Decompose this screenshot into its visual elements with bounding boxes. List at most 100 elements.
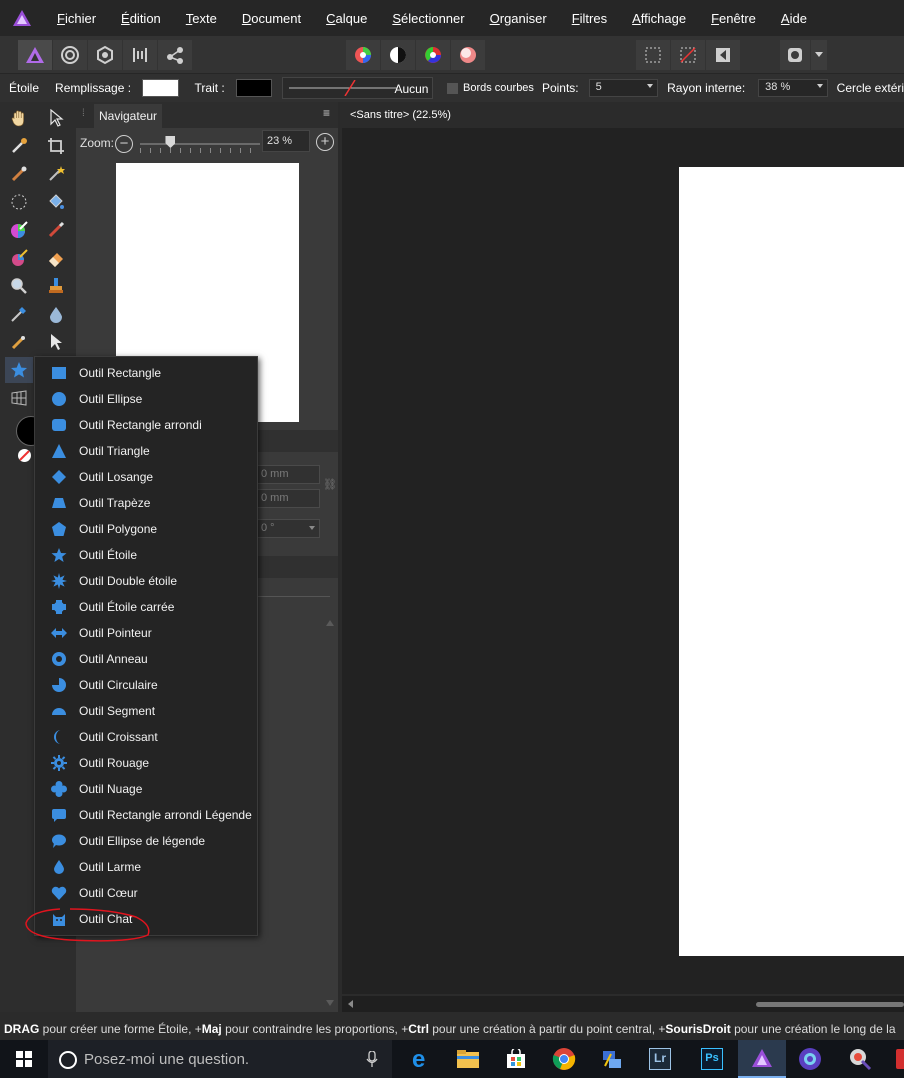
pixel-persona-icon[interactable] [53, 40, 87, 70]
menu-document[interactable]: Document [242, 11, 301, 26]
flyout-item-ellipse[interactable]: Outil Ellipse [35, 386, 257, 412]
document-tab-title[interactable]: <Sans titre> (22.5%) [350, 109, 451, 121]
no-color-icon[interactable] [18, 449, 31, 462]
zoom-slider-thumb[interactable] [165, 136, 176, 148]
ellipse-marquee-icon[interactable] [5, 189, 33, 215]
flyout-item-trapezoid[interactable]: Outil Trapèze [35, 490, 257, 516]
crop-tool-icon[interactable] [42, 133, 70, 159]
canvas-area[interactable] [342, 128, 904, 994]
horizontal-scrollbar[interactable] [342, 996, 904, 1012]
flyout-item-double-star[interactable]: Outil Double étoile [35, 568, 257, 594]
menu-edition[interactable]: Édition [121, 11, 161, 26]
shape-tool-star-icon[interactable] [5, 357, 33, 383]
zoom-in-icon[interactable]: + [316, 133, 334, 151]
flyout-item-triangle[interactable]: Outil Triangle [35, 438, 257, 464]
pen-tool-icon[interactable] [5, 301, 33, 327]
export-persona-icon[interactable] [88, 40, 122, 70]
marquee-invert-icon[interactable] [706, 40, 740, 70]
transform-field-angle[interactable]: 0 ° [256, 519, 320, 538]
flyout-item-double-arrow[interactable]: Outil Pointeur [35, 620, 257, 646]
flyout-item-segment[interactable]: Outil Segment [35, 698, 257, 724]
blur-tool-icon[interactable] [42, 301, 70, 327]
node-tool-icon[interactable] [42, 329, 70, 355]
snapping-dropdown-icon[interactable] [811, 40, 827, 70]
mesh-warp-icon[interactable] [5, 385, 33, 411]
flyout-item-rectangle[interactable]: Outil Rectangle [35, 360, 257, 386]
marquee-icon[interactable] [636, 40, 670, 70]
color-wheel-icon[interactable] [346, 40, 380, 70]
horizontal-scroll-thumb[interactable] [756, 1002, 904, 1007]
photoshop-icon[interactable]: Ps [688, 1040, 736, 1078]
panel-scroll-down-icon[interactable] [326, 1000, 334, 1006]
app-taskbar-icon[interactable] [836, 1040, 884, 1078]
menu-affichage[interactable]: Affichage [632, 11, 686, 26]
tab-navigator[interactable]: Navigateur [94, 104, 163, 128]
panel-menu-icon[interactable]: ≡ [323, 106, 330, 120]
taskbar-search-box[interactable]: Posez-moi une question. [48, 1040, 392, 1078]
flyout-item-heart[interactable]: Outil Cœur [35, 880, 257, 906]
flyout-item-donut[interactable]: Outil Anneau [35, 646, 257, 672]
flyout-item-diamond[interactable]: Outil Losange [35, 464, 257, 490]
flyout-item-teardrop[interactable]: Outil Larme [35, 854, 257, 880]
zoom-out-icon[interactable]: − [115, 135, 133, 153]
snapping-icon[interactable] [780, 40, 810, 70]
affinity-designer-logo-icon[interactable] [9, 5, 35, 31]
flyout-item-cloud[interactable]: Outil Nuage [35, 776, 257, 802]
hue-icon[interactable] [416, 40, 450, 70]
flyout-item-star[interactable]: Outil Étoile [35, 542, 257, 568]
transform-field-h[interactable]: 0 mm [256, 489, 320, 508]
flyout-item-crescent[interactable]: Outil Croissant [35, 724, 257, 750]
app-partial-icon[interactable] [896, 1049, 904, 1069]
menu-aide[interactable]: Aide [781, 11, 807, 26]
windows-start-icon[interactable] [0, 1040, 48, 1078]
points-field[interactable]: 5 [588, 79, 659, 97]
menu-fenetre[interactable]: Fenêtre [711, 11, 756, 26]
fill-swatch[interactable] [142, 79, 179, 97]
file-explorer-icon[interactable] [444, 1040, 492, 1078]
chrome-icon[interactable] [540, 1040, 588, 1078]
share-icon[interactable] [158, 40, 192, 70]
stroke-width-field[interactable]: Aucun [282, 77, 434, 99]
pencil-tool-icon[interactable] [5, 329, 33, 355]
zoom-tool-icon[interactable] [5, 273, 33, 299]
flyout-item-rounded-rectangle[interactable]: Outil Rectangle arrondi [35, 412, 257, 438]
flood-fill-icon[interactable] [42, 189, 70, 215]
symbols-icon[interactable] [123, 40, 157, 70]
stroke-swatch[interactable] [235, 79, 273, 97]
menu-organiser[interactable]: Organiser [490, 11, 547, 26]
menu-calque[interactable]: Calque [326, 11, 367, 26]
eyedropper-tool-icon[interactable] [5, 133, 33, 159]
flyout-item-pie[interactable]: Outil Circulaire [35, 672, 257, 698]
menu-texte[interactable]: Texte [186, 11, 217, 26]
flyout-item-cog[interactable]: Outil Rouage [35, 750, 257, 776]
menu-fichier[interactable]: Fichier [57, 11, 96, 26]
flyout-item-polygon[interactable]: Outil Polygone [35, 516, 257, 542]
affinity-designer-taskbar-icon[interactable] [738, 1040, 786, 1078]
hand-tool-icon[interactable] [5, 105, 33, 131]
menu-filtres[interactable]: Filtres [572, 11, 607, 26]
network-tool-icon[interactable] [588, 1040, 636, 1078]
panel-scroll-up-icon[interactable] [326, 620, 334, 626]
zoom-slider-track[interactable] [140, 143, 260, 145]
contrast-icon[interactable] [381, 40, 415, 70]
flyout-item-callout-rectangle[interactable]: Outil Rectangle arrondi Légende [35, 802, 257, 828]
eraser-icon[interactable] [42, 245, 70, 271]
affinity-photo-taskbar-icon[interactable] [786, 1040, 834, 1078]
color-picker-icon[interactable] [5, 217, 33, 243]
inner-radius-field[interactable]: 38 % [758, 79, 828, 97]
clone-stamp-icon[interactable] [42, 273, 70, 299]
gradient-ball-icon[interactable] [451, 40, 485, 70]
document-page[interactable] [679, 167, 904, 956]
link-proportions-icon[interactable]: ⛓ [323, 478, 337, 491]
flyout-item-cat[interactable]: Outil Chat [35, 906, 257, 932]
menu-selectionner[interactable]: Sélectionner [392, 11, 464, 26]
edge-browser-icon[interactable]: e [396, 1040, 444, 1078]
designer-persona-icon[interactable] [18, 40, 52, 70]
scroll-left-icon[interactable] [348, 1000, 353, 1008]
magic-wand-icon[interactable] [42, 161, 70, 187]
lightroom-icon[interactable]: Lr [636, 1040, 684, 1078]
color-replace-icon[interactable] [5, 245, 33, 271]
transform-field-w[interactable]: 0 mm [256, 465, 320, 484]
panel-grip-icon[interactable]: ⁞ [82, 108, 85, 119]
flyout-item-callout-ellipse[interactable]: Outil Ellipse de légende [35, 828, 257, 854]
